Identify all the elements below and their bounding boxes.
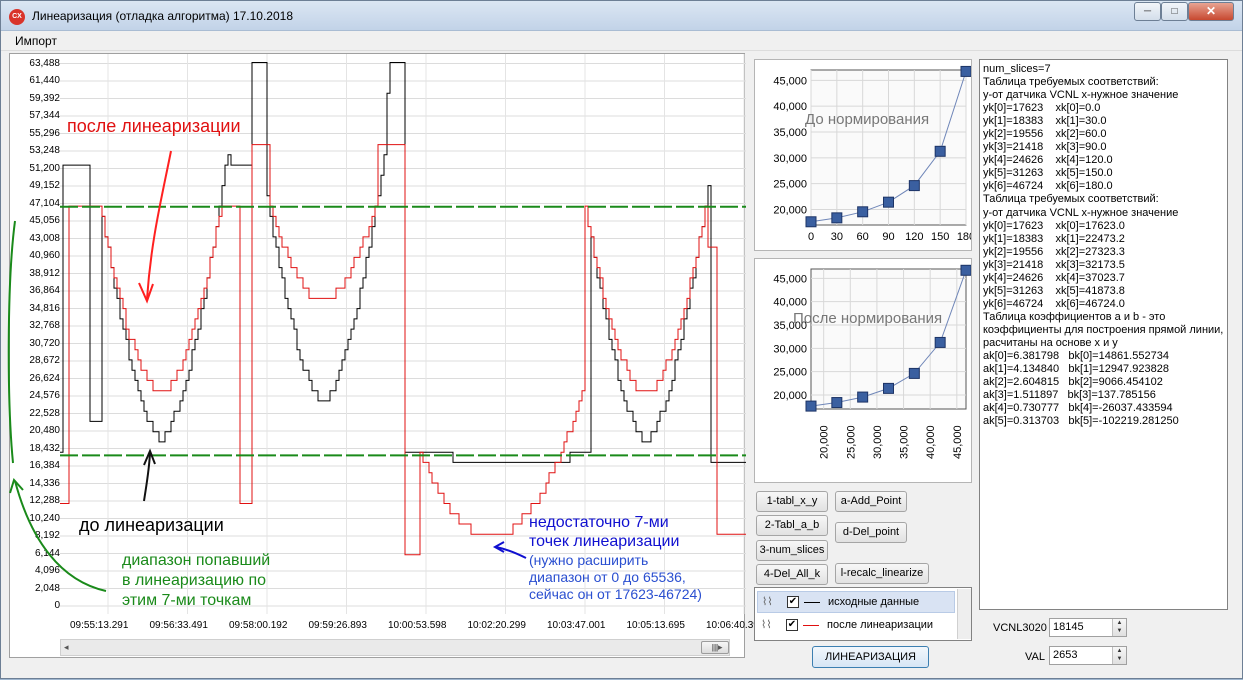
close-button[interactable]: ✕	[1188, 2, 1234, 21]
val-spin-buttons[interactable]: ▲ ▼	[1112, 647, 1126, 664]
mini-y-tick-label: 45,000	[773, 273, 807, 285]
mini-data-point	[934, 336, 946, 348]
insufficient-note: недостаточно 7-ми точек линеаризации	[529, 513, 679, 551]
mini-y-tick-label: 25,000	[773, 367, 807, 379]
mini-data-point	[805, 400, 817, 412]
mini-y-tick-label: 40,000	[773, 101, 807, 113]
mini-x-tick-label: 25,000	[845, 425, 857, 459]
spin-up-icon[interactable]: ▲	[1113, 647, 1126, 655]
before-linearization-note: до линеаризации	[79, 515, 224, 535]
mini-y-tick-label: 25,000	[773, 179, 807, 191]
app-window: CX Линеаризация (отладка алгоритма) 17.1…	[0, 0, 1243, 679]
mini-x-tick-label: 35,000	[899, 425, 911, 459]
red-arrow-icon	[146, 150, 172, 300]
green-arrow-icon	[14, 480, 107, 592]
mini-y-tick-label: 20,000	[773, 205, 807, 217]
tabl-a-b-button[interactable]: 2-Tabl_a_b	[756, 515, 828, 536]
mini-x-tick-label: 150	[931, 231, 949, 243]
tabl-x-y-button[interactable]: 1-tabl_x_y	[756, 491, 828, 512]
mini-x-tick-label: 30	[831, 231, 843, 243]
expand-note-line1: (нужно расширить	[529, 552, 649, 568]
chart-before-normalization[interactable]: 45,000 40,000 35,000 30,000 25,000 20,000 0 30 6…	[754, 59, 972, 251]
val-label: VAL	[1025, 651, 1045, 663]
legend-checkbox-linearized[interactable]: ✔	[786, 619, 798, 631]
mini-data-point	[960, 264, 971, 276]
mini-data-point	[831, 397, 843, 409]
range-note: диапазон попавший в линеаризацию по этим…	[122, 551, 270, 611]
mini-y-tick-label: 30,000	[773, 343, 807, 355]
del-all-button[interactable]: 4-Del_All_k	[756, 564, 828, 585]
mini-data-point	[883, 382, 894, 394]
after-linearization-note: после линеаризации	[67, 116, 241, 136]
output-text-panel[interactable]: num_slices=7 Таблица требуемых соответст…	[979, 59, 1228, 610]
chart-before-title: До нормирования	[805, 111, 930, 128]
series-icon: ⌇⌇	[762, 596, 773, 608]
red-arrowhead-icon	[138, 282, 154, 304]
vcnl-value: 18145	[1053, 621, 1084, 633]
chart-after-title: После нормирования	[793, 310, 943, 327]
recalc-linearize-button[interactable]: l-recalc_linearize	[835, 563, 929, 584]
mini-x-tick-label: 60	[857, 231, 869, 243]
legend-line-raw	[804, 602, 820, 603]
mini-data-point	[934, 145, 946, 157]
mini-data-point	[908, 367, 920, 379]
mini-y-tick-label: 35,000	[773, 127, 807, 139]
minimize-button[interactable]: ─	[1134, 2, 1161, 21]
mini-x-tick-label: 30,000	[872, 425, 884, 459]
mini-x-tick-label: 180	[957, 231, 971, 243]
range-note-line1: диапазон попавший	[122, 552, 271, 569]
legend-scrollbar[interactable]	[957, 589, 971, 639]
series-legend[interactable]: ⌇⌇ ✔ исходные данные ⌇⌇ ✔ после линеариз…	[754, 587, 972, 641]
add-point-button[interactable]: a-Add_Point	[835, 491, 907, 512]
green-bracket-icon	[7, 220, 16, 464]
blue-arrow-icon	[495, 546, 527, 559]
chart-after-plot[interactable]: 45,000 40,000 35,000 30,000 25,000 20,000 20,0…	[755, 259, 971, 482]
spin-down-icon[interactable]: ▼	[1113, 627, 1126, 635]
mini-x-tick-label: 40,000	[925, 425, 937, 459]
mini-data-point	[857, 206, 869, 218]
vcnl-spin-buttons[interactable]: ▲ ▼	[1112, 619, 1126, 636]
spin-down-icon[interactable]: ▼	[1113, 655, 1126, 663]
legend-item-raw[interactable]: ⌇⌇ ✔ исходные данные	[757, 591, 955, 613]
mini-data-point	[960, 65, 971, 77]
legend-checkbox-raw[interactable]: ✔	[787, 596, 799, 608]
mini-data-point	[883, 196, 894, 208]
mini-y-tick-label: 45,000	[773, 75, 807, 87]
mini-y-tick-label: 20,000	[773, 390, 807, 402]
num-slices-button[interactable]: 3-num_slices	[756, 540, 828, 561]
val-input[interactable]: 2653 ▲ ▼	[1049, 646, 1127, 665]
mini-x-tick-label: 45,000	[952, 425, 964, 459]
mini-data-point	[908, 180, 920, 192]
val-value: 2653	[1053, 649, 1078, 661]
expand-note-line3: сейчас он от 17623-46724)	[529, 586, 702, 602]
mini-x-tick-label: 120	[905, 231, 923, 243]
mini-x-tick-label: 20,000	[819, 425, 831, 459]
series-icon: ⌇⌇	[761, 619, 772, 631]
mini-x-tick-label: 0	[808, 231, 814, 243]
expand-note-line2: диапазон от 0 до 65536,	[529, 569, 686, 585]
del-point-button[interactable]: d-Del_point	[835, 522, 907, 543]
vcnl-input[interactable]: 18145 ▲ ▼	[1049, 618, 1127, 637]
legend-item-linearized[interactable]: ⌇⌇ ✔ после линеаризации	[757, 615, 955, 637]
mini-data-point	[857, 391, 869, 403]
mini-x-tick-label: 90	[882, 231, 894, 243]
legend-label-raw: исходные данные	[828, 596, 920, 608]
range-note-line3: этим 7-ми точкам	[122, 592, 252, 609]
mini-data-point	[805, 216, 817, 228]
vcnl-label: VCNL3020	[993, 622, 1047, 634]
mini-y-tick-label: 30,000	[773, 153, 807, 165]
linearize-button[interactable]: ЛИНЕАРИЗАЦИЯ	[812, 646, 929, 668]
chart-before-plot[interactable]: 45,000 40,000 35,000 30,000 25,000 20,000 0 30 6…	[755, 60, 971, 250]
insufficient-note-line1: недостаточно 7-ми	[529, 514, 669, 531]
mini-y-tick-label: 40,000	[773, 297, 807, 309]
legend-label-linearized: после линеаризации	[827, 619, 934, 631]
spin-up-icon[interactable]: ▲	[1113, 619, 1126, 627]
chart-after-normalization[interactable]: 45,000 40,000 35,000 30,000 25,000 20,000 20,0…	[754, 258, 972, 483]
expand-range-note: (нужно расширить диапазон от 0 до 65536,…	[529, 552, 702, 603]
legend-line-linearized	[803, 625, 819, 626]
mini-data-point	[831, 212, 843, 224]
insufficient-note-line2: точек линеаризации	[529, 533, 680, 550]
maximize-button[interactable]: □	[1161, 2, 1188, 21]
range-note-line2: в линеаризацию по	[122, 572, 267, 589]
